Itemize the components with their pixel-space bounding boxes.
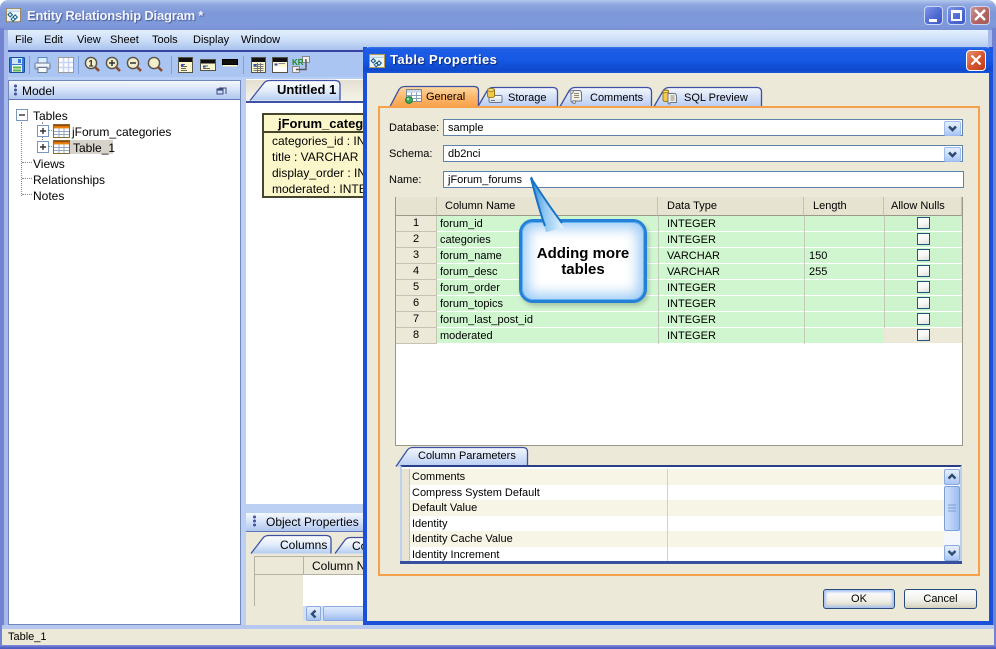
svg-text:KR: KR <box>292 58 304 67</box>
svg-text:1: 1 <box>88 59 93 69</box>
